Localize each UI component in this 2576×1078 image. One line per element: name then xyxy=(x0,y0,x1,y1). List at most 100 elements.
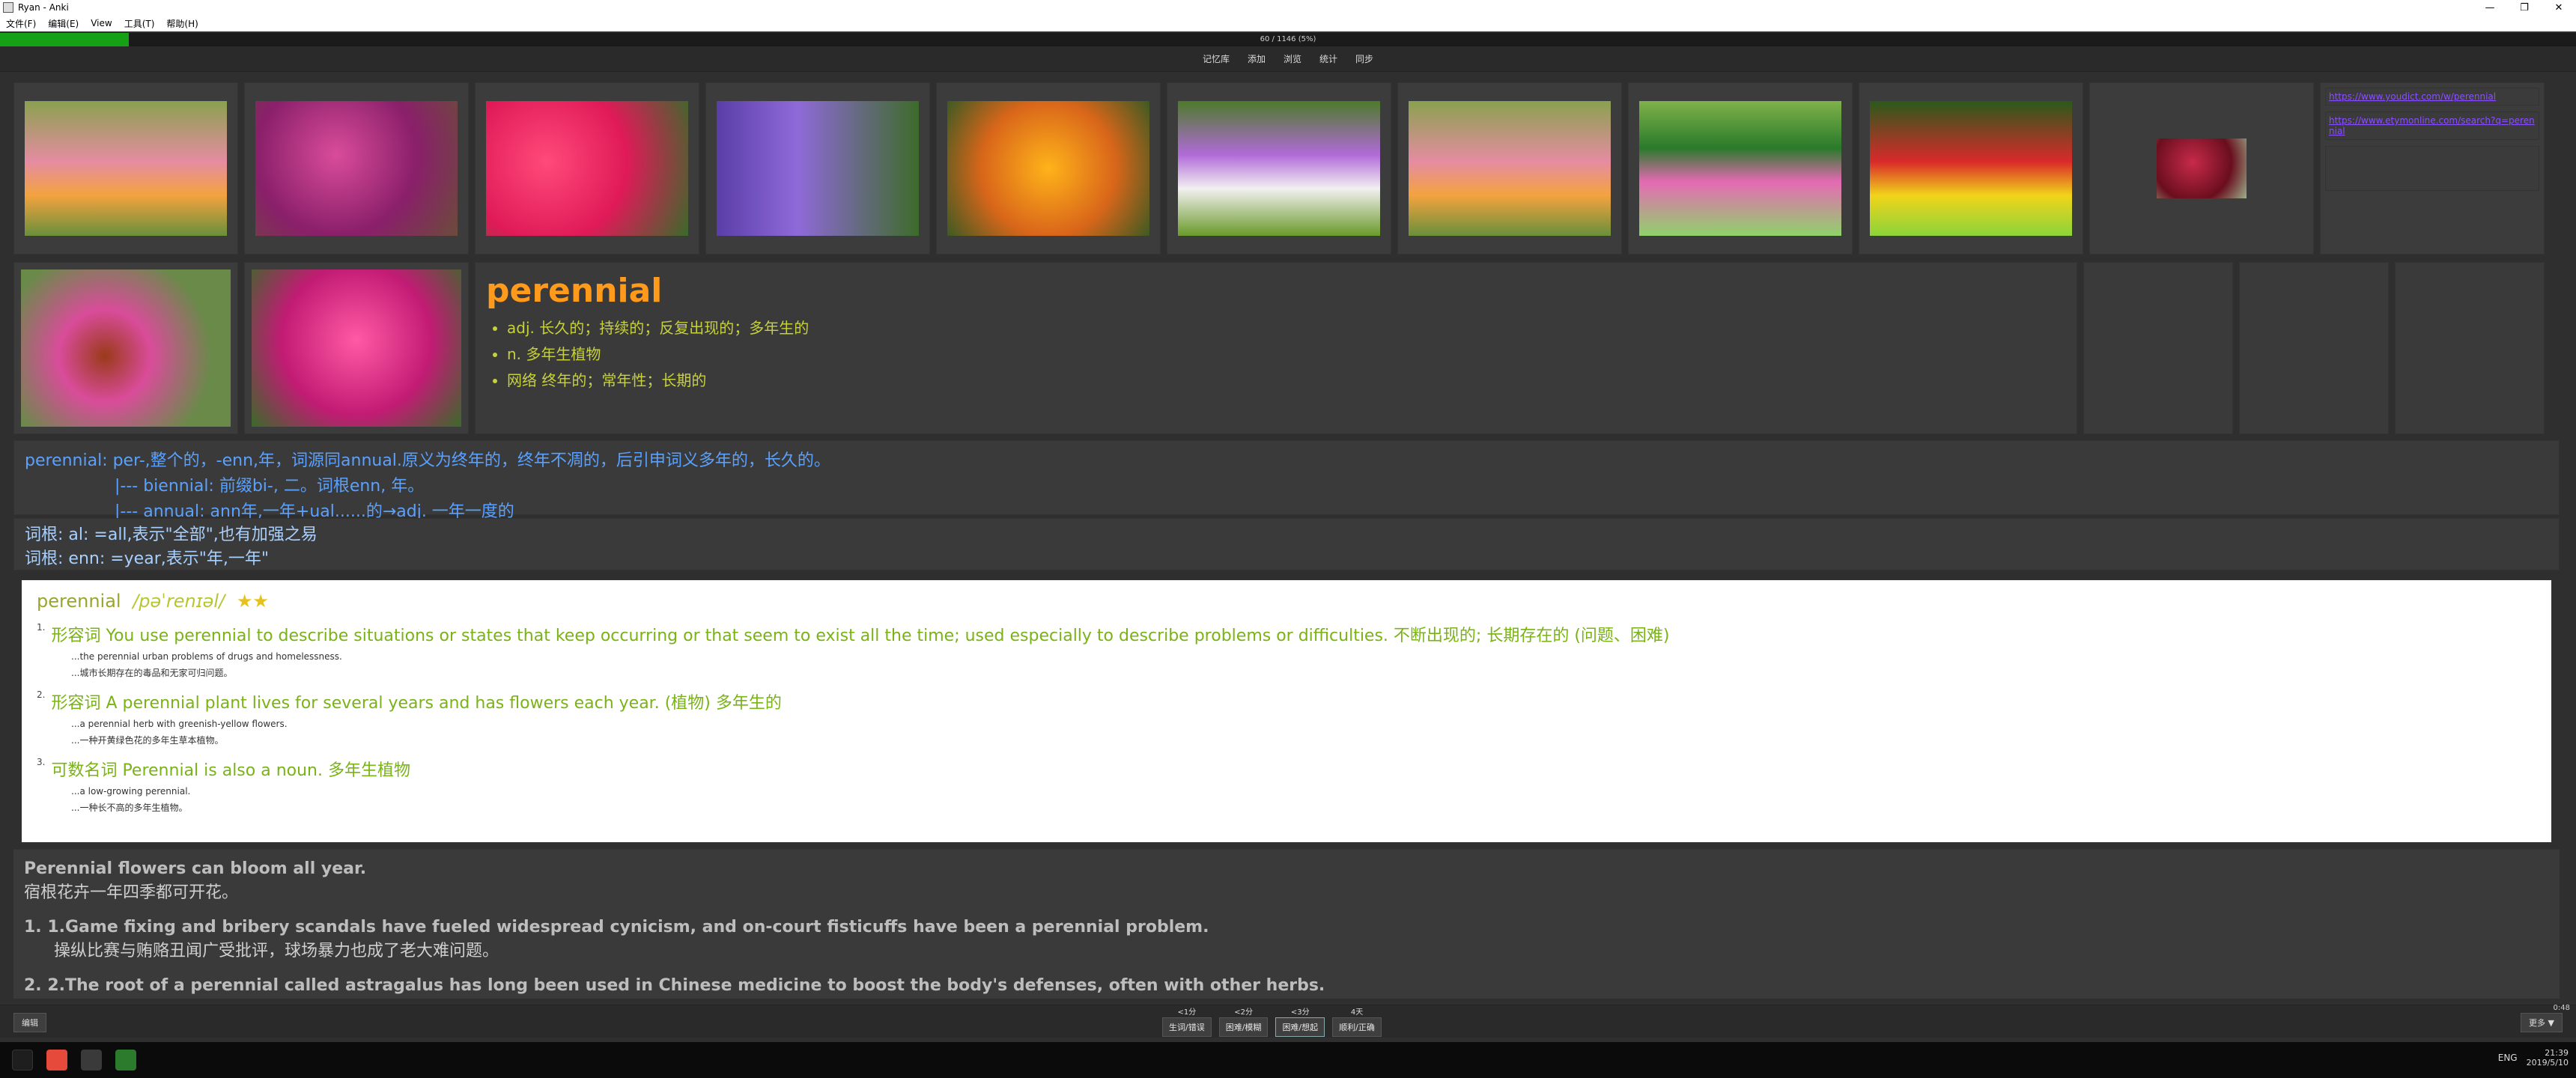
again-button[interactable]: 生词/错误 xyxy=(1162,1017,1212,1037)
etymology-box: perennial: per-,整个的，-enn,年，词源同annual.原义为… xyxy=(13,440,2560,521)
example-en: ...the perennial urban problems of drugs… xyxy=(71,651,342,662)
example-cn: ...一种长不高的多年生植物。 xyxy=(71,803,188,813)
restore-icon[interactable]: ❐ xyxy=(2507,0,2542,15)
clock-date: 2019/5/10 xyxy=(2526,1058,2569,1068)
answer-again[interactable]: <1分 生词/错误 xyxy=(1162,1005,1212,1037)
menu-file[interactable]: 文件(F) xyxy=(0,17,42,30)
edit-button[interactable]: 编辑 xyxy=(13,1013,46,1032)
dictionary-entry: perennial /pəˈrenɪəl/ ★★ 1. 形容词 You use p… xyxy=(21,579,2552,843)
card-front-row: perennial adj. 长久的；持续的；反复出现的；多年生的 n. 多年生… xyxy=(13,262,2560,434)
example-en: ...a low-growing perennial. xyxy=(71,786,191,797)
sense-number: 2. xyxy=(37,689,46,700)
image-tile xyxy=(1859,82,2083,255)
hard-button[interactable]: 困难/模糊 xyxy=(1218,1017,1269,1037)
answer-interval: <3分 xyxy=(1290,1008,1310,1017)
sense-number: 1. xyxy=(37,622,46,633)
image-tile xyxy=(244,262,469,434)
flower-image xyxy=(255,101,458,236)
menu-edit[interactable]: 编辑(E) xyxy=(42,17,85,30)
taskbar-icons xyxy=(0,1042,136,1078)
etymonline-link[interactable]: https://www.etymonline.com/search?q=pere… xyxy=(2325,112,2539,140)
flower-image xyxy=(1178,101,1380,236)
example-cn: ...一种开黄绿色花的多年生草本植物。 xyxy=(71,735,224,746)
windows-start-icon[interactable] xyxy=(12,1050,33,1071)
nav-stats[interactable]: 统计 xyxy=(1319,52,1337,65)
menu-tools[interactable]: 工具(T) xyxy=(118,17,161,30)
menu-help[interactable]: 帮助(H) xyxy=(160,17,204,30)
example-item-cn: 操纵比赛与贿赂丑闻广受批评，球场暴力也成了老大难问题。 xyxy=(54,942,499,960)
sense-item: 1. 形容词 You use perennial to describe situ… xyxy=(37,622,2536,679)
sense-item: 2. 形容词 A perennial plant lives for severa… xyxy=(37,689,2536,746)
clock[interactable]: 21:39 2019/5/10 xyxy=(2527,1048,2569,1068)
phonetic: /pəˈrenɪəl/ xyxy=(133,591,225,612)
answer-interval: 4天 xyxy=(1350,1008,1364,1017)
flower-image xyxy=(947,101,1149,236)
nav-add[interactable]: 添加 xyxy=(1248,52,1266,65)
image-tile xyxy=(13,82,238,255)
app-icon[interactable] xyxy=(81,1050,102,1071)
nav-decks[interactable]: 记忆库 xyxy=(1203,52,1230,65)
flower-image xyxy=(252,270,461,427)
image-tile xyxy=(244,82,469,255)
headword: perennial xyxy=(486,272,663,310)
root-line: 词根: enn: =year,表示"年,一年" xyxy=(25,549,269,568)
nav-browse[interactable]: 浏览 xyxy=(1284,52,1301,65)
anki-icon[interactable] xyxy=(115,1050,136,1071)
flower-image xyxy=(1639,101,1841,236)
answer-good[interactable]: <3分 困难/想起 xyxy=(1275,1005,1325,1037)
meaning-item: 网络 终年的；常年性；长期的 xyxy=(507,368,2066,390)
example-en: ...a perennial herb with greenish-yellow… xyxy=(71,719,288,729)
image-tile xyxy=(936,82,1161,255)
tray-language[interactable]: ENG xyxy=(2498,1053,2518,1063)
youdict-link[interactable]: https://www.youdict.com/w/perennial xyxy=(2325,88,2539,106)
answer-bar: 编辑 <1分 生词/错误 <2分 困难/模糊 <3分 困难/想起 4天 顺利/正… xyxy=(0,1004,2576,1038)
answer-hard[interactable]: <2分 困难/模糊 xyxy=(1218,1005,1269,1037)
empty-field-box xyxy=(2083,262,2233,434)
sense-item: 3. 可数名词 Perennial is also a noun. 多年生植物 .… xyxy=(37,757,2536,814)
example-item-en: 1. 1.Game fixing and bribery scandals ha… xyxy=(24,918,1209,937)
flower-image xyxy=(2157,138,2247,198)
example-cn: ...城市长期存在的毒品和无家可归问题。 xyxy=(71,668,233,678)
top-navigation: 记忆库 添加 浏览 统计 同步 xyxy=(0,46,2576,72)
system-tray: ENG 21:39 2019/5/10 xyxy=(2498,1048,2569,1068)
close-icon[interactable]: ✕ xyxy=(2542,0,2576,15)
review-timer: 0:48 xyxy=(2553,1004,2570,1012)
empty-field-box xyxy=(2395,262,2545,434)
sense-text: 形容词 A perennial plant lives for several … xyxy=(51,694,782,713)
dict-header: perennial /pəˈrenɪəl/ ★★ xyxy=(37,591,2536,612)
chrome-icon[interactable] xyxy=(46,1050,67,1071)
image-tile xyxy=(2089,82,2314,255)
more-button[interactable]: 更多 ▼ xyxy=(2521,1013,2563,1032)
image-tile xyxy=(1167,82,1391,255)
sense-text: 可数名词 Perennial is also a noun. 多年生植物 xyxy=(51,761,410,780)
main-example-en: Perennial flowers can bloom all year. xyxy=(24,859,367,878)
example-item: 2. 2.The root of a perennial called astr… xyxy=(24,974,2549,998)
clock-time: 21:39 xyxy=(2545,1048,2569,1058)
progress-bar: 60 / 1146 (5%) xyxy=(0,33,2576,46)
taskbar: ENG 21:39 2019/5/10 xyxy=(0,1042,2576,1078)
easy-button[interactable]: 顺利/正确 xyxy=(1332,1017,1382,1037)
answer-interval: <1分 xyxy=(1177,1008,1197,1017)
image-tile xyxy=(13,262,238,434)
answer-interval: <2分 xyxy=(1234,1008,1253,1017)
meaning-list: adj. 长久的；持续的；反复出现的；多年生的 n. 多年生植物 网络 终年的；… xyxy=(507,316,2066,390)
flower-image xyxy=(717,101,919,236)
nav-sync[interactable]: 同步 xyxy=(1355,52,1373,65)
minimize-icon[interactable]: — xyxy=(2473,0,2507,15)
menu-view[interactable]: View xyxy=(85,18,118,28)
title-bar: Ryan - Anki — ❐ ✕ xyxy=(0,0,2576,15)
example-sentences[interactable]: Perennial flowers can bloom all year. 宿根… xyxy=(13,849,2560,999)
good-button[interactable]: 困难/想起 xyxy=(1275,1017,1325,1037)
image-tile xyxy=(1397,82,1622,255)
menu-bar: 文件(F) 编辑(E) View 工具(T) 帮助(H) xyxy=(0,15,2576,31)
frequency-stars: ★★ xyxy=(236,591,269,612)
flower-image xyxy=(25,101,227,236)
sense-number: 3. xyxy=(37,757,46,767)
progress-label: 60 / 1146 (5%) xyxy=(1260,35,1316,43)
definition-box: perennial adj. 长久的；持续的；反复出现的；多年生的 n. 多年生… xyxy=(475,262,2077,434)
image-tile xyxy=(1628,82,1853,255)
flower-image xyxy=(21,270,231,427)
roots-box: 词根: al: =all,表示"全部",也有加强之易 词根: enn: =yea… xyxy=(13,518,2560,570)
answer-easy[interactable]: 4天 顺利/正确 xyxy=(1332,1005,1382,1037)
card-content: https://www.youdict.com/w/perennial http… xyxy=(13,82,2560,999)
